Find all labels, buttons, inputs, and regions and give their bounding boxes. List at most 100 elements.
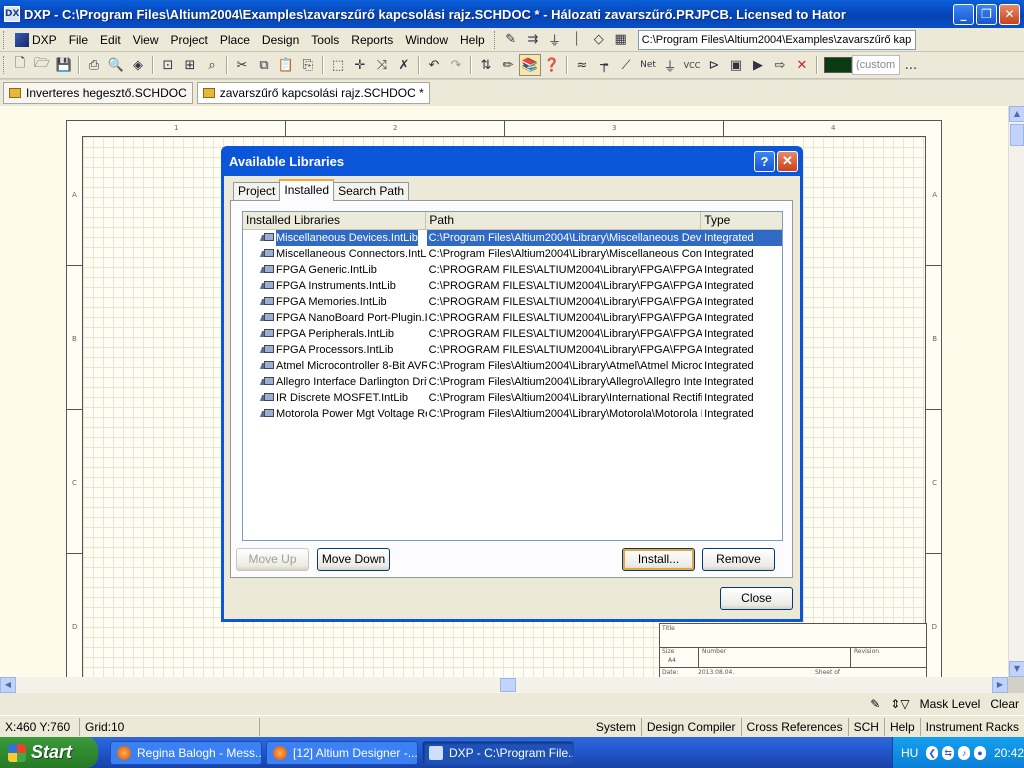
vertical-scroll-thumb[interactable] [1010, 124, 1024, 146]
rubber-stamp-icon[interactable]: ⎘ [297, 54, 319, 76]
zoom-area-icon[interactable]: ⊞ [179, 54, 201, 76]
toolbar-grip-2[interactable] [3, 56, 6, 74]
print-preview-icon[interactable]: 🔍 [105, 54, 127, 76]
column-header-installed-libraries[interactable]: Installed Libraries [243, 212, 427, 229]
zoom-selected-icon[interactable]: ⌕ [201, 54, 223, 76]
help-advisor-icon[interactable]: ❓ [541, 54, 563, 76]
menu-view[interactable]: View [127, 30, 165, 50]
volume-icon[interactable]: ♪ [958, 745, 971, 760]
device-sheets-icon[interactable]: ◈ [127, 54, 149, 76]
place-net-label-icon[interactable]: Net [637, 54, 659, 76]
window-titlebar[interactable]: DXP DXP - C:\Program Files\Altium2004\Ex… [0, 0, 1024, 28]
tray-arrow-icon[interactable]: ❮ [926, 745, 939, 760]
gnd-port-icon[interactable]: ⏚ [659, 54, 681, 76]
close-window-button[interactable]: ✕ [999, 3, 1020, 25]
table-row[interactable]: FPGA Instruments.IntLib C:\PROGRAM FILES\… [243, 278, 782, 294]
move-down-button[interactable]: Move Down [317, 548, 390, 571]
dialog-titlebar[interactable]: Available Libraries ? ✕ [224, 146, 800, 176]
zoom-fit-icon[interactable]: ⊡ [157, 54, 179, 76]
menu-design[interactable]: Design [256, 30, 305, 50]
close-dialog-icon[interactable]: ✕ [777, 150, 798, 172]
panel-system[interactable]: System [591, 717, 642, 736]
mask-level-button[interactable]: Mask Level [915, 697, 986, 711]
tab-search-path[interactable]: Search Path [333, 182, 410, 201]
move-up-button[interactable]: Move Up [236, 548, 309, 571]
save-icon[interactable]: 💾 [53, 54, 75, 76]
place-part-icon[interactable]: ⊳ [703, 54, 725, 76]
scroll-right-icon[interactable]: ▶ [992, 677, 1008, 693]
task-firefox-messages[interactable]: Regina Balogh - Mess... [110, 740, 262, 765]
menubar-grip[interactable] [3, 30, 6, 49]
open-folder-icon[interactable]: 🗁 [31, 54, 53, 76]
filter-icon[interactable]: ⇕▽ [885, 697, 914, 711]
menu-window[interactable]: Window [399, 30, 454, 50]
cut-icon[interactable]: ✂ [231, 54, 253, 76]
table-row[interactable]: FPGA Generic.IntLib C:\PROGRAM FILES\ALTI… [243, 262, 782, 278]
panel-instrument-racks[interactable]: Instrument Racks [921, 718, 1024, 736]
scroll-up-icon[interactable]: ▲ [1009, 106, 1024, 122]
installed-libraries-list[interactable]: Installed Libraries Path Type Miscellane… [242, 211, 783, 541]
bus-tools-icon[interactable]: ⇉ [522, 29, 544, 51]
start-button[interactable]: Start [0, 737, 98, 768]
place-bus-entry-icon[interactable]: ⟋ [615, 54, 637, 76]
clear-button[interactable]: Clear [985, 697, 1024, 711]
menu-place[interactable]: Place [214, 30, 256, 50]
copy-icon[interactable]: ⧉ [253, 54, 275, 76]
scroll-down-icon[interactable]: ▼ [1009, 661, 1024, 677]
horizontal-scroll-thumb[interactable] [500, 678, 516, 692]
more-button[interactable]: ... [900, 54, 922, 76]
port-tools-icon[interactable]: ⏐ [566, 29, 588, 51]
move-icon[interactable]: ✛ [349, 54, 371, 76]
new-document-icon[interactable]: 🗋 [9, 54, 31, 76]
menu-reports[interactable]: Reports [345, 30, 399, 50]
menu-edit[interactable]: Edit [94, 30, 127, 50]
menu-dxp[interactable]: DXP [9, 30, 63, 50]
wiring-tools-icon[interactable]: ✎ [500, 29, 522, 51]
table-row[interactable]: IR Discrete MOSFET.IntLib C:\Program File… [243, 390, 782, 406]
panel-sch[interactable]: SCH [849, 717, 885, 736]
place-sheet-entry-icon[interactable]: ▶ [747, 54, 769, 76]
redo-icon[interactable]: ↷ [445, 54, 467, 76]
panel-design-compiler[interactable]: Design Compiler [642, 717, 742, 736]
toolbar-grip[interactable] [493, 30, 497, 49]
table-row[interactable]: FPGA Peripherals.IntLib C:\PROGRAM FILES\… [243, 326, 782, 342]
tab-installed[interactable]: Installed [279, 179, 335, 201]
horizontal-scrollbar[interactable]: ◀ ▶ [0, 677, 1008, 693]
pen-icon[interactable]: ✎ [865, 697, 885, 711]
paste-icon[interactable]: 📋 [275, 54, 297, 76]
sheet-symbol-icon[interactable]: ◇ [588, 29, 610, 51]
help-icon[interactable]: ? [754, 150, 775, 172]
place-port-icon[interactable]: ⇨ [769, 54, 791, 76]
no-erc-icon[interactable]: ✕ [791, 54, 813, 76]
place-wire-icon[interactable]: ≈ [571, 54, 593, 76]
undo-icon[interactable]: ↶ [423, 54, 445, 76]
power-tools-icon[interactable]: ⏚ [544, 29, 566, 51]
place-bus-icon[interactable]: ┮ [593, 54, 615, 76]
restore-button[interactable]: ❐ [976, 3, 997, 25]
tab-project[interactable]: Project [233, 182, 281, 201]
install-button[interactable]: Install... [622, 548, 695, 571]
browse-library-icon[interactable]: 📚 [519, 54, 541, 76]
tab-zavarszuro[interactable]: zavarszűrő kapcsolási rajz.SCHDOC * [196, 82, 430, 104]
color-combo[interactable]: (custom [852, 55, 900, 75]
clear-filter-icon[interactable]: ✗ [393, 54, 415, 76]
task-firefox-altium[interactable]: [12] Altium Designer -... [266, 740, 418, 765]
panel-cross-references[interactable]: Cross References [742, 717, 849, 736]
vertical-scrollbar[interactable]: ▲ ▼ [1008, 106, 1024, 677]
column-header-type[interactable]: Type [701, 212, 782, 229]
table-row[interactable]: Motorola Power Mgt Voltage Re C:\Program … [243, 406, 782, 422]
table-row[interactable]: FPGA Memories.IntLib C:\PROGRAM FILES\ALT… [243, 294, 782, 310]
security-icon[interactable]: ● [974, 745, 986, 760]
menu-file[interactable]: File [63, 30, 94, 50]
deselect-icon[interactable]: ⤨ [371, 54, 393, 76]
place-sheet-symbol-icon[interactable]: ▣ [725, 54, 747, 76]
vcc-port-icon[interactable]: VCC [681, 54, 703, 76]
table-row[interactable]: Atmel Microcontroller 8-Bit AVR C:\Progra… [243, 358, 782, 374]
table-row[interactable]: Miscellaneous Connectors.IntLi C:\Program… [243, 246, 782, 262]
task-dxp[interactable]: DXP - C:\Program File... [422, 740, 574, 765]
cross-probe-icon[interactable]: ✏ [497, 54, 519, 76]
color-swatch[interactable] [824, 57, 852, 73]
table-row[interactable]: FPGA Processors.IntLib C:\PROGRAM FILES\A… [243, 342, 782, 358]
menu-tools[interactable]: Tools [305, 30, 345, 50]
menu-project[interactable]: Project [165, 30, 214, 50]
